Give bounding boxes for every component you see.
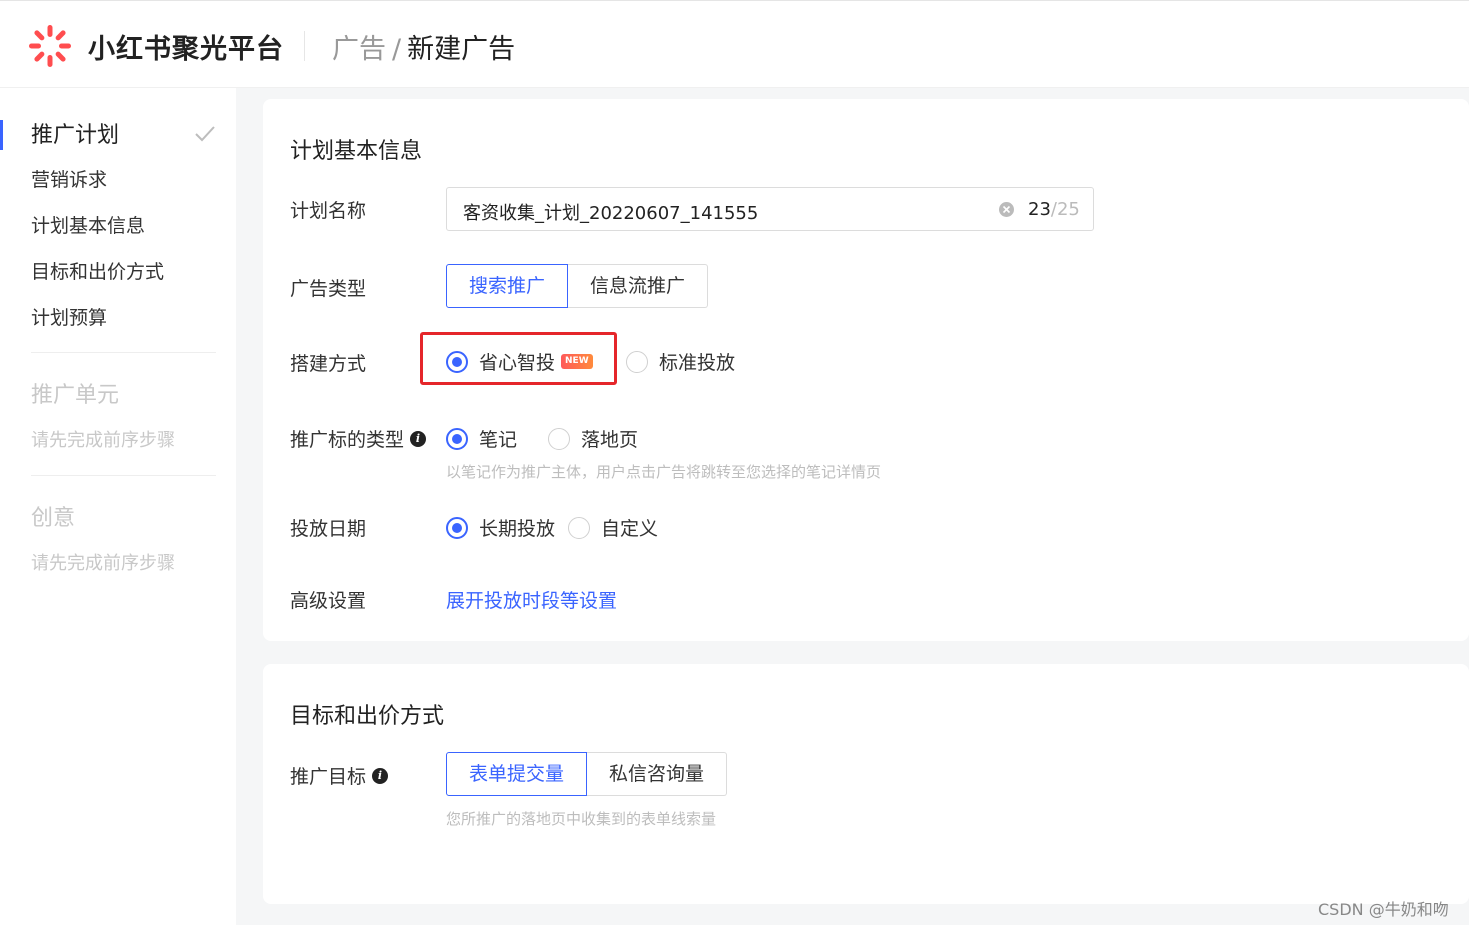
target-type-landing-label: 落地页 [581,429,639,451]
section-title-plan-info: 计划基本信息 [290,139,423,164]
date-custom-radio[interactable]: 自定义 [568,514,658,541]
section-title-goal-bid: 目标和出价方式 [290,704,445,729]
date-long-term-label: 长期投放 [479,518,556,540]
top-bar: 小红书聚光平台 广告 / 新建广告 [0,0,1469,88]
sidebar-creative-hint: 请先完成前序步骤 [31,553,175,574]
date-long-term-radio[interactable]: 长期投放 [446,514,555,541]
target-type-note-label: 笔记 [479,429,518,451]
sidebar-unit-hint: 请先完成前序步骤 [31,430,175,451]
info-icon[interactable]: i [372,767,389,784]
breadcrumb-current: 新建广告 [407,34,516,65]
breadcrumb: 广告 / 新建广告 [332,27,515,66]
radio-unchecked-icon [568,516,590,539]
plan-info-card: 计划基本信息 计划名称 客资收集_计划_20220607_141555 23/2… [263,99,1469,641]
goal-hint: 您所推广的落地页中收集到的表单线索量 [446,810,717,828]
char-counter: 23/25 [1028,199,1080,220]
goal-label: 推广目标 i [290,762,389,789]
radio-unchecked-icon [548,427,570,450]
date-custom-label: 自定义 [601,518,659,540]
target-type-landing-radio[interactable]: 落地页 [548,425,638,452]
sidebar-item-marketing-goal[interactable]: 营销诉求 [31,165,107,192]
goal-form-submit-button[interactable]: 表单提交量 [446,752,588,796]
sidebar-item-budget[interactable]: 计划预算 [31,303,107,330]
info-icon[interactable]: i [410,430,427,447]
check-icon [195,126,215,142]
goal-private-message-button[interactable]: 私信咨询量 [587,752,728,796]
plan-name-label: 计划名称 [290,200,367,222]
radio-unchecked-icon [626,350,648,373]
goal-label-text: 推广目标 [290,766,367,788]
ad-type-search-button[interactable]: 搜索推广 [446,264,569,308]
logo-icon [29,25,71,67]
target-type-label-text: 推广标的类型 [290,429,405,451]
char-count-max: 25 [1056,199,1080,220]
clear-icon[interactable] [998,201,1015,218]
ad-type-feed-button[interactable]: 信息流推广 [568,264,709,308]
ad-type-label: 广告类型 [290,278,367,300]
sidebar-section-creative: 创意 [31,506,76,531]
brand-name: 小红书聚光平台 [88,34,284,65]
breadcrumb-parent[interactable]: 广告 [332,34,386,65]
sidebar-item-plan-info[interactable]: 计划基本信息 [31,211,145,238]
sidebar-section-unit: 推广单元 [31,383,120,408]
target-type-label: 推广标的类型 i [290,425,427,452]
breadcrumb-separator: / [392,34,402,65]
goal-bid-card: 目标和出价方式 推广目标 i 表单提交量 私信咨询量 您所推广的落地页中收集到的… [263,664,1469,904]
highlight-annotation [420,332,617,385]
build-mode-standard-label: 标准投放 [659,352,736,374]
expand-advanced-link[interactable]: 展开投放时段等设置 [446,586,617,613]
date-label: 投放日期 [290,518,367,540]
sidebar-section-plan[interactable]: 推广计划 [31,117,119,149]
radio-checked-icon [446,516,468,539]
sidebar: 推广计划 营销诉求 计划基本信息 目标和出价方式 计划预算 推广单元 请先完成前… [0,88,236,925]
header-divider [304,31,305,61]
ad-type-segmented: 搜索推广 信息流推广 [446,264,709,308]
sidebar-divider [31,352,216,353]
char-count-current: 23 [1028,199,1051,220]
advanced-label: 高级设置 [290,590,367,612]
plan-name-input[interactable]: 客资收集_计划_20220607_141555 23/25 [446,187,1094,231]
goal-segmented: 表单提交量 私信咨询量 [446,752,728,796]
sidebar-item-goal-bid[interactable]: 目标和出价方式 [31,257,164,284]
watermark: CSDN @牛奶和吻 [1318,900,1449,919]
target-type-hint: 以笔记作为推广主体，用户点击广告将跳转至您选择的笔记详情页 [446,463,882,481]
build-mode-standard-radio[interactable]: 标准投放 [626,348,735,375]
radio-checked-icon [446,427,468,450]
plan-name-value: 客资收集_计划_20220607_141555 [463,203,759,224]
sidebar-active-indicator [0,120,3,150]
sidebar-divider [31,475,216,476]
build-mode-label: 搭建方式 [290,353,367,375]
target-type-note-radio[interactable]: 笔记 [446,425,517,452]
